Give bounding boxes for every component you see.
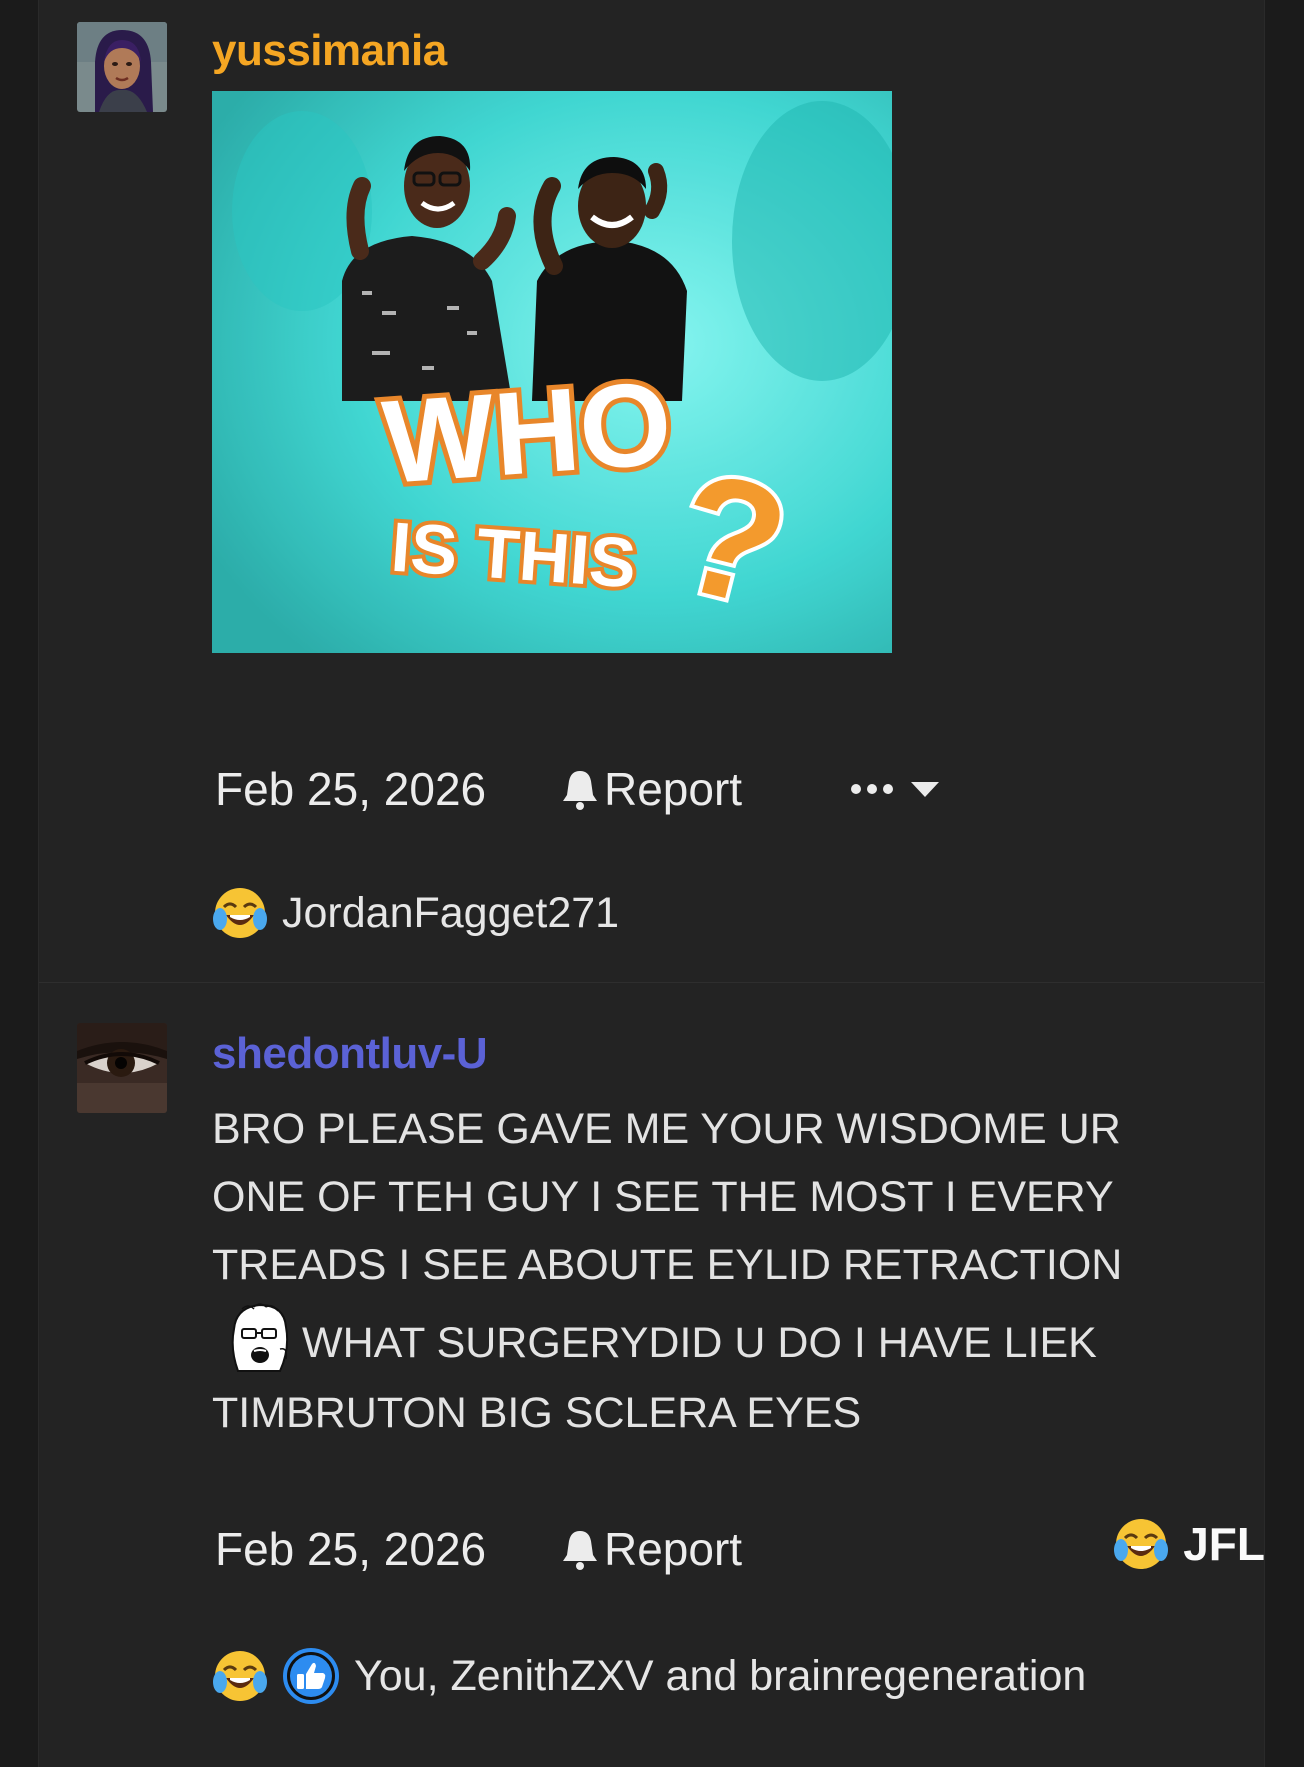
post-date[interactable]: Feb 25, 2026 bbox=[215, 1522, 486, 1576]
reaction-users: JordanFagget271 bbox=[282, 888, 620, 937]
post: yussimania WHO IS THIS ? Feb 25, 2026 Re… bbox=[39, 0, 1264, 983]
crying-laughing-emoji-icon bbox=[1114, 1519, 1169, 1569]
report-button[interactable]: Report bbox=[560, 1522, 742, 1576]
reactions-summary[interactable]: You, ZenithZXV and brainregeneration bbox=[212, 1647, 1086, 1705]
report-label: Report bbox=[604, 1523, 743, 1575]
report-button[interactable]: Report bbox=[560, 762, 742, 816]
username[interactable]: shedontluv-U bbox=[212, 1029, 488, 1079]
message-line: ONE OF TEH GUY I SEE THE MOST I EVERY bbox=[212, 1173, 1114, 1221]
more-options-button[interactable] bbox=[850, 780, 940, 798]
user-avatar[interactable] bbox=[77, 22, 167, 112]
image-caption-who: WHO bbox=[379, 357, 676, 509]
post-message: BRO PLEASE GAVE ME YOUR WISDOME UR ONE O… bbox=[212, 1095, 1192, 1447]
post-image[interactable]: WHO IS THIS ? bbox=[212, 91, 892, 653]
post-footer: Feb 25, 2026 Report JFL bbox=[215, 1518, 1265, 1582]
soyjak-emote-icon bbox=[231, 1303, 289, 1372]
crying-laughing-emoji-icon bbox=[213, 888, 267, 938]
ellipsis-icon bbox=[851, 784, 893, 794]
woman-portrait-avatar-icon bbox=[77, 22, 167, 112]
post: shedontluv-U BRO PLEASE GAVE ME YOUR WIS… bbox=[39, 983, 1265, 1767]
react-jfl-button[interactable]: JFL bbox=[1113, 1516, 1265, 1572]
message-line: TIMBRUTON BIG SCLERA EYES bbox=[212, 1389, 862, 1437]
report-label: Report bbox=[604, 763, 743, 815]
post-date[interactable]: Feb 25, 2026 bbox=[215, 762, 486, 816]
crying-laughing-emoji-icon bbox=[213, 1651, 267, 1701]
message-line: TREADS I SEE ABOUTE EYLID RETRACTION bbox=[212, 1241, 1123, 1289]
who-is-this-image: WHO IS THIS ? bbox=[212, 91, 892, 653]
eye-closeup-avatar-icon bbox=[77, 1023, 167, 1113]
thread-container: yussimania WHO IS THIS ? Feb 25, 2026 Re… bbox=[38, 0, 1265, 1767]
react-label: JFL bbox=[1183, 1518, 1265, 1570]
chevron-down-icon bbox=[911, 782, 939, 797]
thumbs-up-icon bbox=[283, 1648, 339, 1704]
username[interactable]: yussimania bbox=[212, 26, 447, 76]
message-line-text: WHAT SURGERYDID U DO I HAVE LIEK bbox=[302, 1319, 1097, 1367]
message-line-with-emote: WHAT SURGERYDID U DO I HAVE LIEK bbox=[212, 1299, 1192, 1379]
bell-icon bbox=[563, 1531, 597, 1570]
post-footer: Feb 25, 2026 Report bbox=[215, 762, 1265, 822]
bell-icon bbox=[563, 771, 597, 810]
message-line: BRO PLEASE GAVE ME YOUR WISDOME UR bbox=[212, 1105, 1121, 1153]
reactions-summary[interactable]: JordanFagget271 bbox=[212, 885, 619, 941]
user-avatar[interactable] bbox=[77, 1023, 167, 1113]
reaction-users: You, ZenithZXV and brainregeneration bbox=[354, 1651, 1087, 1700]
